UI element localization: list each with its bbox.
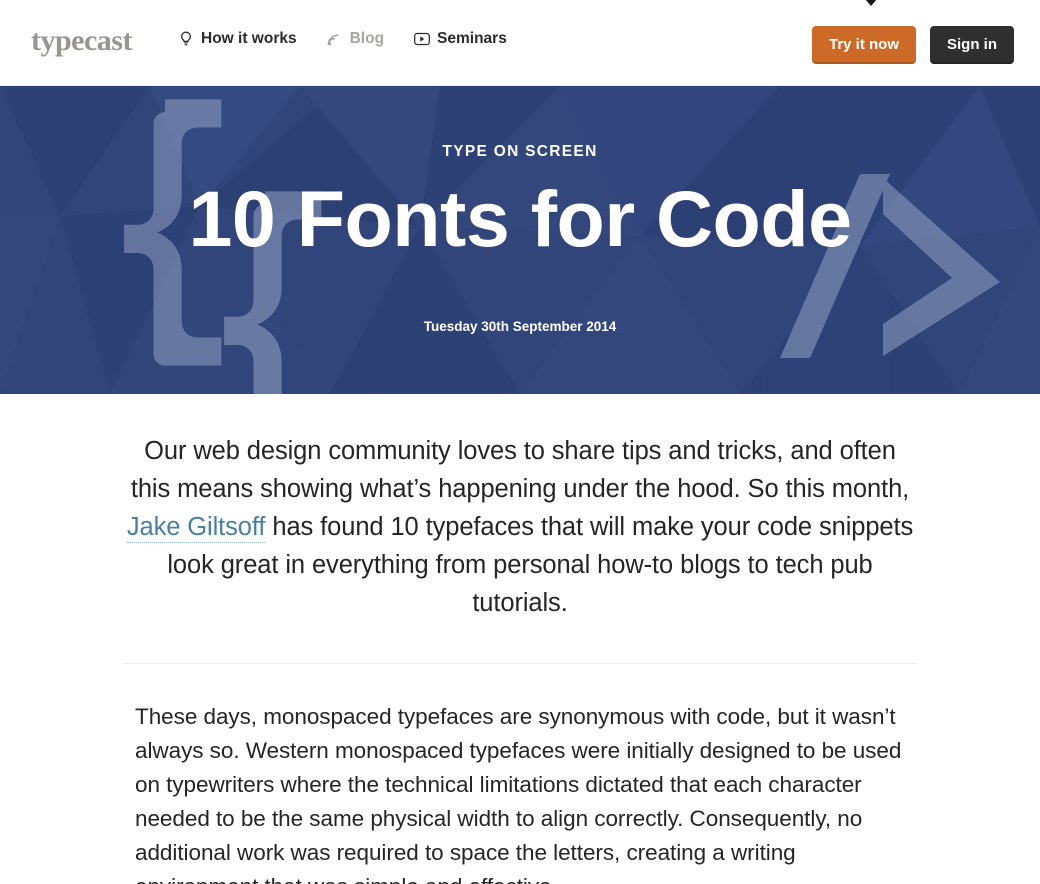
site-logo[interactable]: typecast: [31, 26, 132, 56]
lede-text-before: Our web design community loves to share …: [131, 437, 909, 503]
article-body: Our web design community loves to share …: [0, 394, 1040, 884]
lightbulb-icon: [178, 30, 194, 47]
nav-item-blog[interactable]: Blog: [327, 30, 384, 47]
sign-in-button[interactable]: Sign in: [930, 26, 1014, 64]
header-actions: Try it now Sign in: [812, 26, 1014, 64]
author-link[interactable]: Jake Giltsoff: [127, 513, 266, 543]
page-title: 10 Fonts for Code: [0, 176, 1040, 263]
article-paragraph: These days, monospaced typefaces are syn…: [135, 700, 905, 884]
hero-kicker: TYPE ON SCREEN: [0, 143, 1040, 161]
lede-text-after: has found 10 typefaces that will make yo…: [167, 513, 913, 617]
nav-label: How it works: [201, 31, 297, 47]
hero-banner: TYPE ON SCREEN 10 Fonts for Code Tuesday…: [0, 86, 1040, 394]
rss-icon: [327, 30, 343, 47]
nav-item-seminars[interactable]: Seminars: [414, 30, 507, 47]
try-it-now-button[interactable]: Try it now: [812, 26, 916, 64]
nav-label: Seminars: [437, 31, 507, 47]
article-lede: Our web design community loves to share …: [125, 432, 915, 622]
nav-item-how-it-works[interactable]: How it works: [178, 30, 297, 47]
hero-content: TYPE ON SCREEN 10 Fonts for Code Tuesday…: [0, 86, 1040, 394]
site-header: typecast How it works Blog: [0, 0, 1040, 86]
main-nav: How it works Blog Seminars: [178, 30, 507, 47]
nav-label: Blog: [350, 31, 384, 47]
chevron-down-icon: [859, 0, 883, 6]
section-divider: [124, 663, 916, 664]
publish-date: Tuesday 30th September 2014: [0, 319, 1040, 334]
play-icon: [414, 30, 430, 47]
